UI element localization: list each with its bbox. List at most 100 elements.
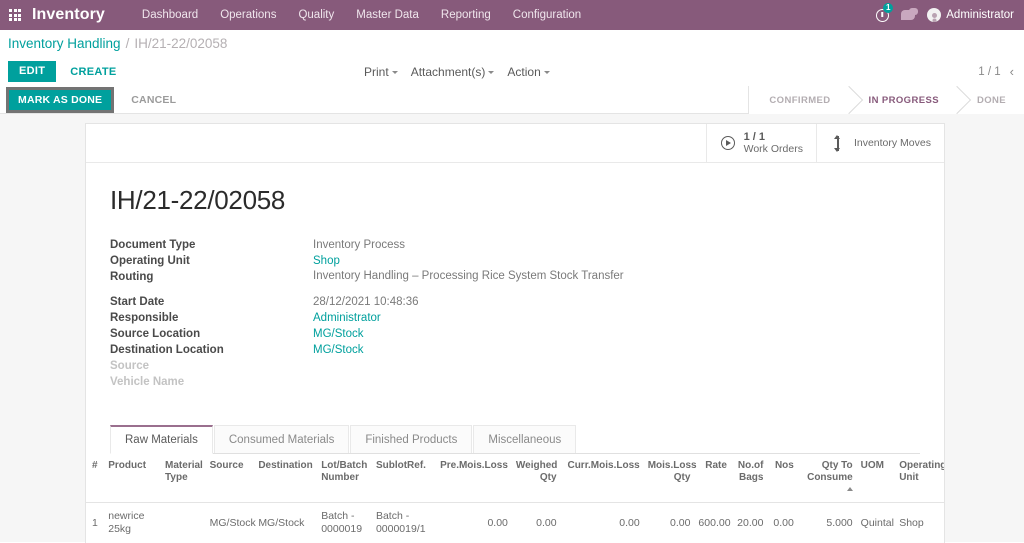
- create-button[interactable]: CREATE: [61, 62, 125, 82]
- lines-table-wrapper: # Product Material Type Source Destinati…: [86, 454, 944, 543]
- col-no-of-bags[interactable]: No.of Bags: [730, 454, 768, 503]
- print-label: Print: [364, 64, 389, 79]
- mark-as-done-button[interactable]: MARK AS DONE: [9, 89, 112, 110]
- breadcrumb-root[interactable]: Inventory Handling: [8, 36, 121, 51]
- col-qty-to-consume-label: Qty To Consume: [807, 460, 853, 483]
- stat-button-box: 1 / 1 Work Orders Inventory Moves: [86, 124, 944, 163]
- menu-item-operations[interactable]: Operations: [209, 0, 287, 30]
- field-operating-unit: Operating Unit Shop: [110, 254, 920, 268]
- chevron-down-icon: [391, 70, 398, 74]
- field-value-operating-unit[interactable]: Shop: [313, 254, 340, 268]
- field-group: Document Type Inventory Process Operatin…: [110, 238, 920, 389]
- apps-grid-icon[interactable]: [0, 0, 30, 30]
- field-value-destination-location[interactable]: MG/Stock: [313, 343, 363, 357]
- tab-raw-materials[interactable]: Raw Materials: [110, 425, 213, 454]
- field-start-date: Start Date 28/12/2021 10:48:36: [110, 295, 920, 309]
- attachments-label: Attachment(s): [410, 64, 486, 79]
- col-uom[interactable]: UOM: [856, 454, 896, 503]
- control-panel-dropdowns: Print Attachment(s) Action: [364, 57, 550, 86]
- action-dropdown[interactable]: Action: [507, 64, 550, 79]
- navbar-systray: 1 Administrator: [869, 0, 1024, 30]
- field-destination-location: Destination Location MG/Stock: [110, 343, 920, 357]
- cell-operating-unit: Shop: [895, 502, 944, 543]
- field-value-routing: Inventory Handling – Processing Rice Sys…: [313, 270, 624, 282]
- field-value-document-type: Inventory Process: [313, 239, 406, 251]
- cell-destination: MG/Stock: [254, 502, 318, 543]
- col-nos[interactable]: Nos: [767, 454, 798, 503]
- field-value-source-location[interactable]: MG/Stock: [313, 327, 363, 341]
- field-label-routing: Routing: [110, 271, 154, 283]
- status-confirmed[interactable]: CONFIRMED: [749, 86, 849, 114]
- raw-materials-table: # Product Material Type Source Destinati…: [86, 454, 944, 543]
- play-circle-icon: [720, 136, 736, 150]
- cell-qty-to-consume: 5.000: [797, 502, 857, 543]
- col-pre-mois-loss[interactable]: Pre.Mois.Loss: [432, 454, 512, 503]
- chat-bubble-icon[interactable]: [895, 0, 921, 30]
- menu-item-dashboard[interactable]: Dashboard: [131, 0, 209, 30]
- field-label-start-date: Start Date: [110, 296, 165, 308]
- chevron-left-icon[interactable]: ‹: [1010, 65, 1014, 78]
- cell-curr-mois-loss: 0.00: [560, 502, 644, 543]
- cell-sublot-ref: Batch - 0000019/1: [371, 502, 433, 543]
- edit-button[interactable]: EDIT: [8, 61, 57, 82]
- stat-button-work-orders[interactable]: 1 / 1 Work Orders: [705, 124, 816, 162]
- chevron-down-icon: [543, 70, 550, 74]
- stat-button-inventory-moves[interactable]: Inventory Moves: [815, 124, 944, 162]
- cell-material-type: [161, 502, 206, 543]
- field-document-type: Document Type Inventory Process: [110, 238, 920, 252]
- top-navbar: Inventory Dashboard Operations Quality M…: [0, 0, 1024, 30]
- sort-ascending-icon: [846, 487, 853, 491]
- menu-item-quality[interactable]: Quality: [287, 0, 345, 30]
- menu-item-master-data[interactable]: Master Data: [345, 0, 430, 30]
- col-material-type[interactable]: Material Type: [161, 454, 206, 503]
- cancel-button[interactable]: CANCEL: [123, 90, 184, 110]
- tab-consumed-materials[interactable]: Consumed Materials: [213, 425, 350, 453]
- field-label-source-location: Source Location: [110, 328, 201, 340]
- cell-no-of-bags: 20.00: [730, 502, 768, 543]
- field-value-start-date: 28/12/2021 10:48:36: [313, 296, 419, 308]
- attachments-dropdown[interactable]: Attachment(s): [411, 65, 495, 79]
- cell-mois-loss-qty: 0.00: [643, 502, 695, 543]
- table-row[interactable]: 1 newrice 25kg MG/Stock MG/Stock Batch -…: [86, 502, 944, 543]
- status-pipeline: CONFIRMED IN PROGRESS DONE: [748, 86, 1024, 114]
- col-index[interactable]: #: [86, 454, 105, 503]
- field-vehicle-name: Vehicle Name: [110, 375, 920, 389]
- tab-miscellaneous[interactable]: Miscellaneous: [473, 425, 577, 453]
- col-weighed-qty[interactable]: Weighed Qty: [511, 454, 561, 503]
- col-source[interactable]: Source: [205, 454, 255, 503]
- col-lot-batch-number[interactable]: Lot/Batch Number: [317, 454, 372, 503]
- notebook: Raw Materials Consumed Materials Finishe…: [110, 425, 920, 454]
- field-responsible: Responsible Administrator: [110, 311, 920, 325]
- arrows-vertical-icon: [830, 134, 846, 152]
- col-operating-unit[interactable]: Operating Unit: [895, 454, 944, 503]
- field-value-responsible[interactable]: Administrator: [313, 311, 381, 325]
- user-menu[interactable]: Administrator: [921, 8, 1020, 22]
- menu-item-reporting[interactable]: Reporting: [430, 0, 502, 30]
- col-mois-loss-qty[interactable]: Mois.Loss Qty: [643, 454, 697, 503]
- field-label-destination-location: Destination Location: [110, 344, 224, 356]
- action-label: Action: [507, 64, 541, 79]
- avatar: [927, 8, 942, 22]
- status-in-progress[interactable]: IN PROGRESS: [848, 86, 957, 114]
- field-source: Source: [110, 359, 920, 373]
- control-panel-statusbar: MARK AS DONE CANCEL CONFIRMED IN PROGRES…: [0, 86, 1024, 114]
- col-product[interactable]: Product: [104, 454, 162, 503]
- cell-lot-batch-number: Batch - 0000019: [317, 502, 372, 543]
- col-destination[interactable]: Destination: [254, 454, 318, 503]
- menu-item-configuration[interactable]: Configuration: [502, 0, 592, 30]
- clock-activity-icon[interactable]: 1: [869, 0, 895, 30]
- col-sublot-ref[interactable]: SublotRef.: [371, 454, 433, 503]
- main-menu: Dashboard Operations Quality Master Data…: [131, 0, 592, 30]
- breadcrumb: Inventory Handling / IH/21-22/02058: [0, 30, 1024, 57]
- chevron-down-icon: [488, 70, 495, 74]
- username-label: Administrator: [946, 9, 1014, 21]
- app-brand-inventory[interactable]: Inventory: [30, 6, 105, 24]
- cell-nos: 0.00: [767, 502, 798, 543]
- form-sheet: 1 / 1 Work Orders Inventory Moves IH/21-…: [85, 123, 945, 543]
- print-dropdown[interactable]: Print: [364, 65, 398, 79]
- col-qty-to-consume[interactable]: Qty To Consume: [797, 454, 857, 503]
- cell-product: newrice 25kg: [104, 502, 162, 543]
- tab-finished-products[interactable]: Finished Products: [350, 425, 473, 453]
- col-rate[interactable]: Rate: [694, 454, 731, 503]
- col-curr-mois-loss[interactable]: Curr.Mois.Loss: [560, 454, 644, 503]
